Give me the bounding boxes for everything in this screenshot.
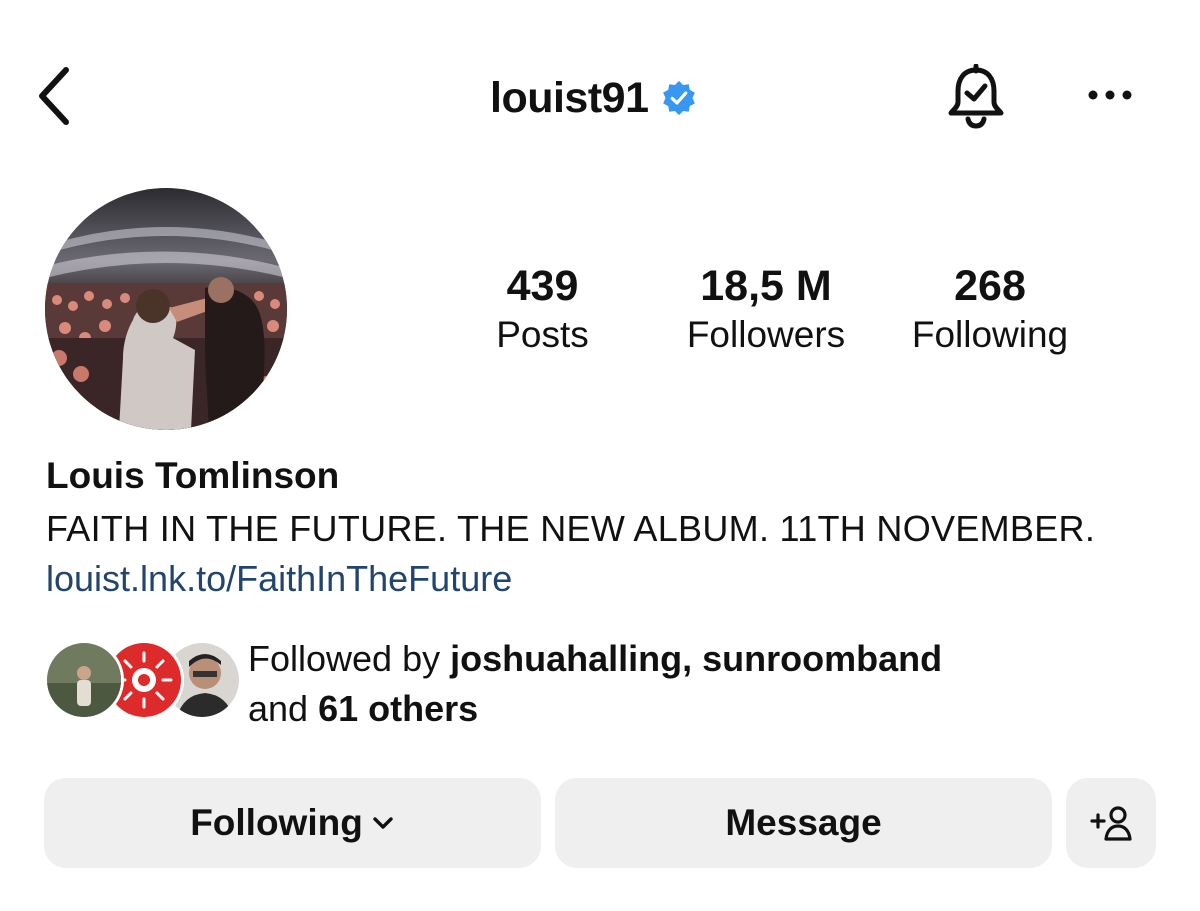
mutual-followers-avatars[interactable] [44, 640, 242, 722]
followed-by-line-2: and 61 others [248, 684, 942, 734]
profile-title: louist91 [490, 70, 697, 126]
bell-check-icon [948, 63, 1004, 129]
posts-stat[interactable]: 439 Posts [470, 260, 615, 358]
more-options-button[interactable] [1084, 80, 1136, 110]
notifications-button[interactable] [944, 63, 1008, 130]
followed-by-line-1: Followed by joshuahalling, sunroomband [248, 634, 942, 684]
following-stat[interactable]: 268 Following [900, 260, 1080, 358]
profile-bio: FAITH IN THE FUTURE. THE NEW ALBUM. 11TH… [46, 508, 1096, 549]
following-button-label: Following [190, 802, 363, 843]
followers-count: 18,5 M [700, 262, 832, 310]
message-button-label: Message [725, 802, 882, 843]
following-button[interactable]: Following [44, 778, 541, 868]
mutual-user-2[interactable]: sunroomband [702, 638, 942, 679]
chevron-left-icon [39, 67, 69, 125]
back-button[interactable] [30, 62, 80, 130]
mutual-user-1[interactable]: joshuahalling [450, 638, 682, 679]
profile-header: louist91 [0, 0, 1200, 190]
message-button[interactable]: Message [555, 778, 1052, 868]
add-user-icon [1090, 806, 1132, 841]
following-count: 268 [954, 262, 1026, 310]
followers-stat[interactable]: 18,5 M Followers [668, 260, 864, 358]
username: louist91 [490, 73, 649, 122]
mutual-separator: , [682, 638, 703, 679]
mutual-avatar-1 [44, 640, 124, 720]
mutual-others[interactable]: 61 others [318, 688, 478, 729]
concert-photo [45, 188, 287, 430]
profile-avatar[interactable] [45, 188, 287, 430]
mutual-avatar-photo-1 [47, 643, 121, 717]
verified-badge-icon [662, 80, 695, 116]
chevron-down-icon [373, 817, 393, 829]
suggest-users-button[interactable] [1066, 778, 1156, 868]
posts-count: 439 [506, 262, 579, 310]
profile-link[interactable]: louist.lnk.to/FaithInTheFuture [46, 558, 512, 600]
followers-label: Followers [686, 314, 846, 355]
followed-by-text[interactable]: Followed by joshuahalling, sunroomband a… [248, 634, 942, 734]
posts-label: Posts [496, 314, 589, 355]
followed-by-prefix: Followed by [248, 638, 451, 679]
following-label: Following [911, 314, 1069, 355]
more-horizontal-icon [1088, 90, 1132, 100]
followed-by-and: and [248, 688, 319, 729]
profile-name: Louis Tomlinson [46, 455, 340, 496]
